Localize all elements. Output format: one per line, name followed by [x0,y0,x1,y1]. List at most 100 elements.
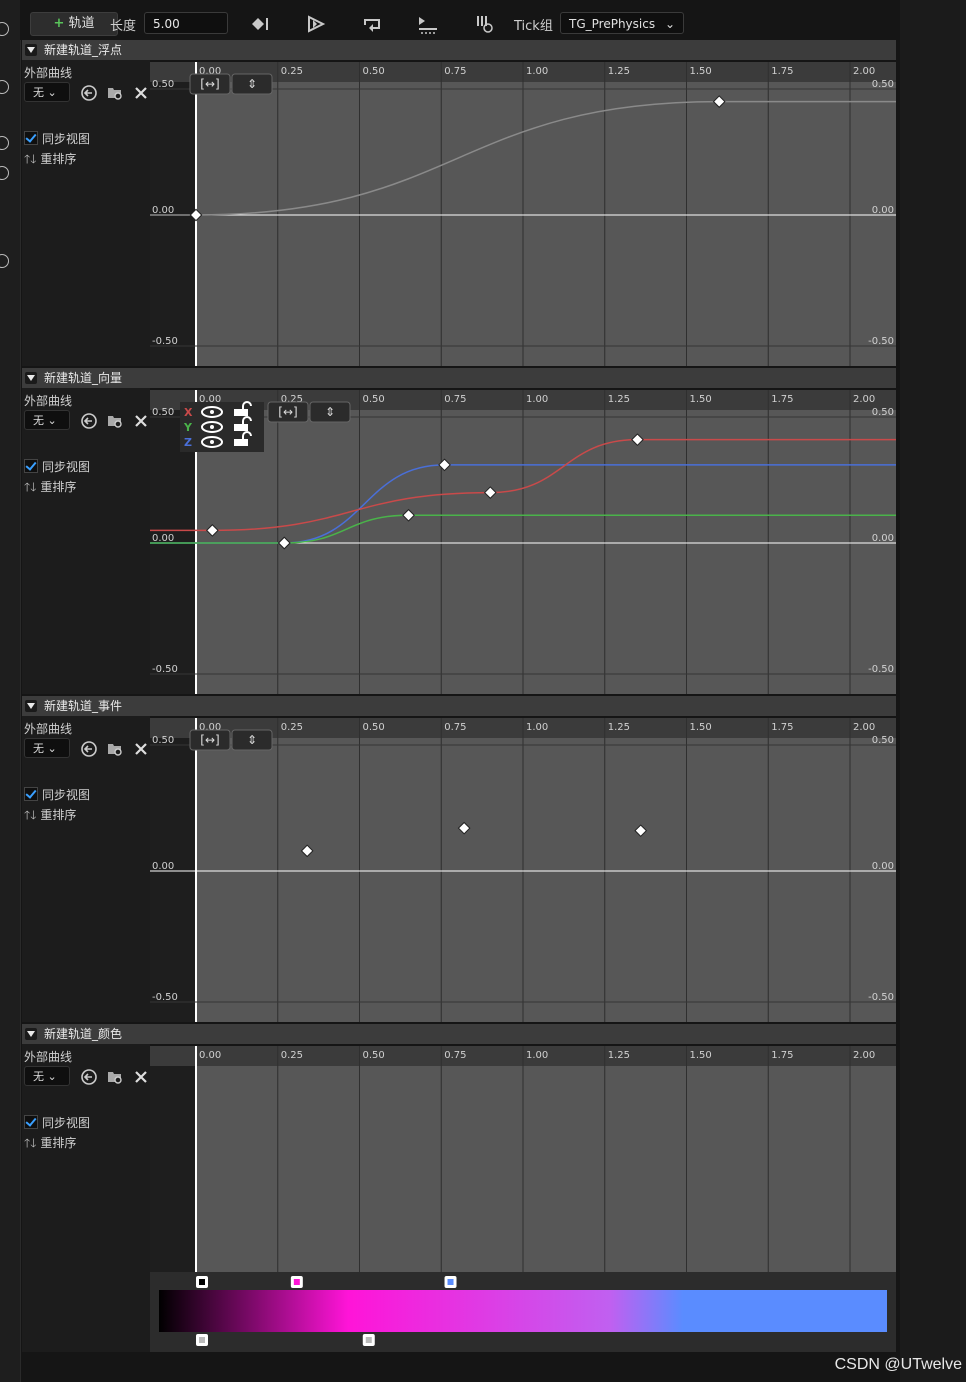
time-tick-label: 0.25 [281,722,303,733]
add-track-button[interactable]: + 轨道 [30,12,118,36]
time-tick-label: 2.00 [853,66,875,77]
pin-icon[interactable] [0,136,9,150]
checkbox-icon[interactable] [24,1115,38,1129]
color-stop-swatch [447,1279,454,1285]
reorder-control[interactable]: 🡑🡓 重排序 [24,478,76,499]
value-axis-label: 0.50 [872,407,894,418]
use-selected-asset-icon[interactable] [80,412,98,430]
checkbox-icon[interactable] [24,131,38,145]
track-options: 外部曲线 无 ⌄ 同步视图 🡑🡓 重排序 [22,388,150,694]
use-selected-asset-icon[interactable] [80,84,98,102]
track-name[interactable]: 新建轨道_向量 [44,368,122,388]
value-axis-label: 0.00 [872,861,894,872]
sync-view-checkbox[interactable]: 同步视图 [24,1114,90,1131]
reorder-arrows-icon[interactable]: 🡑🡓 [24,1136,36,1150]
checkbox-icon[interactable] [24,787,38,801]
channel-label: X [184,406,193,419]
external-curve-select[interactable]: 无 ⌄ [24,1066,70,1086]
curve-graph[interactable]: 0.00 0.25 0.50 0.75 1.00 1.25 1.50 1.75 2.00 0.50… [150,390,896,694]
ignore-time-dilation-icon[interactable] [472,12,496,36]
lock-icon [234,439,248,446]
time-tick-label: 1.25 [608,66,630,77]
sync-view-checkbox[interactable]: 同步视图 [24,458,90,475]
value-axis-label: -0.50 [868,336,894,347]
collapse-arrow-icon[interactable] [25,44,37,56]
clear-icon[interactable] [132,412,150,430]
track-vector: 新建轨道_向量 外部曲线 无 ⌄ 同步视图 🡑🡓 重排序 0.00 0.25 0.5… [20,368,896,694]
value-axis-label: 0.50 [152,79,174,90]
external-curve-select[interactable]: 无 ⌄ [24,738,70,758]
collapse-arrow-icon[interactable] [25,700,37,712]
pin-icon[interactable] [0,80,9,94]
autoplay-icon[interactable] [304,12,328,36]
lock-icon [234,424,248,431]
eye-icon [210,440,214,444]
time-tick-label: 1.75 [771,66,793,77]
reorder-arrows-icon[interactable]: 🡑🡓 [24,808,36,822]
time-tick-label: 1.50 [690,722,712,733]
pin-icon[interactable] [0,22,9,36]
sync-view-checkbox[interactable]: 同步视图 [24,786,90,803]
checkbox-icon[interactable] [24,459,38,473]
external-curve-select[interactable]: 无 ⌄ [24,410,70,430]
tick-group-select[interactable]: TG_PrePhysics ⌄ [560,12,684,34]
clear-icon[interactable] [132,1068,150,1086]
length-input[interactable]: 5.00 [144,12,228,34]
watermark: CSDN @UTwelve [834,1356,962,1373]
value-axis-label: 0.00 [872,533,894,544]
channel-label: Z [184,436,192,449]
collapse-arrow-icon[interactable] [25,372,37,384]
curve-graph[interactable]: 0.00 0.25 0.50 0.75 1.00 1.25 1.50 1.75 2.00 0.50… [150,718,896,1022]
track-header[interactable]: 新建轨道_颜色 [22,1024,896,1044]
eye-icon [210,410,214,414]
reorder-arrows-icon[interactable]: 🡑🡓 [24,480,36,494]
time-tick-label: 1.75 [771,1050,793,1061]
curve-graph[interactable]: 0.00 0.25 0.50 0.75 1.00 1.25 1.50 1.75 2.00 0.50… [150,62,896,366]
value-axis-label: -0.50 [868,992,894,1003]
reorder-control[interactable]: 🡑🡓 重排序 [24,150,76,171]
fit-horizontal-icon: [↔] [200,733,219,747]
external-curve-select[interactable]: 无 ⌄ [24,82,70,102]
browse-asset-icon[interactable] [106,740,124,758]
color-stop-swatch [293,1279,300,1285]
value-axis-label: 0.00 [872,205,894,216]
pin-icon[interactable] [0,254,9,268]
track-header[interactable]: 新建轨道_浮点 [22,40,896,60]
collapse-arrow-icon[interactable] [25,1028,37,1040]
browse-asset-icon[interactable] [106,1068,124,1086]
value-axis-label: -0.50 [152,992,178,1003]
browse-asset-icon[interactable] [106,84,124,102]
time-tick-label: 0.50 [363,394,385,405]
clear-icon[interactable] [132,740,150,758]
external-curve-label: 外部曲线 [24,66,73,80]
add-key-icon[interactable] [248,12,272,36]
value-axis-label: -0.50 [152,336,178,347]
track-event: 新建轨道_事件 外部曲线 无 ⌄ 同步视图 🡑🡓 重排序 0.00 0.25 0.5… [20,696,896,1022]
time-tick-label: 1.50 [690,1050,712,1061]
track-header[interactable]: 新建轨道_向量 [22,368,896,388]
reorder-arrows-icon[interactable]: 🡑🡓 [24,152,36,166]
use-selected-asset-icon[interactable] [80,740,98,758]
time-tick-label: 1.00 [526,722,548,733]
browse-asset-icon[interactable] [106,412,124,430]
time-tick-label: 0.50 [363,66,385,77]
reorder-control[interactable]: 🡑🡓 重排序 [24,806,76,827]
color-curve-graph[interactable]: 0.00 0.25 0.50 0.75 1.00 1.25 1.50 1.75 2.00 [150,1046,896,1352]
right-panel-strip [900,0,966,1382]
use-selected-asset-icon[interactable] [80,1068,98,1086]
track-name[interactable]: 新建轨道_事件 [44,696,122,716]
track-options: 外部曲线 无 ⌄ 同步视图 🡑🡓 重排序 [22,716,150,1022]
value-axis-label: 0.50 [152,407,174,418]
value-axis-label: 0.50 [872,735,894,746]
sync-view-checkbox[interactable]: 同步视图 [24,130,90,147]
track-header[interactable]: 新建轨道_事件 [22,696,896,716]
use-last-keyframe-icon[interactable] [416,12,440,36]
time-tick-label: 1.75 [771,394,793,405]
clear-icon[interactable] [132,84,150,102]
reorder-control[interactable]: 🡑🡓 重排序 [24,1134,76,1155]
track-name[interactable]: 新建轨道_浮点 [44,40,122,60]
track-name[interactable]: 新建轨道_颜色 [44,1024,122,1044]
pin-icon[interactable] [0,166,9,180]
loop-icon[interactable] [360,12,384,36]
tick-group-label: Tick组 [514,19,553,34]
